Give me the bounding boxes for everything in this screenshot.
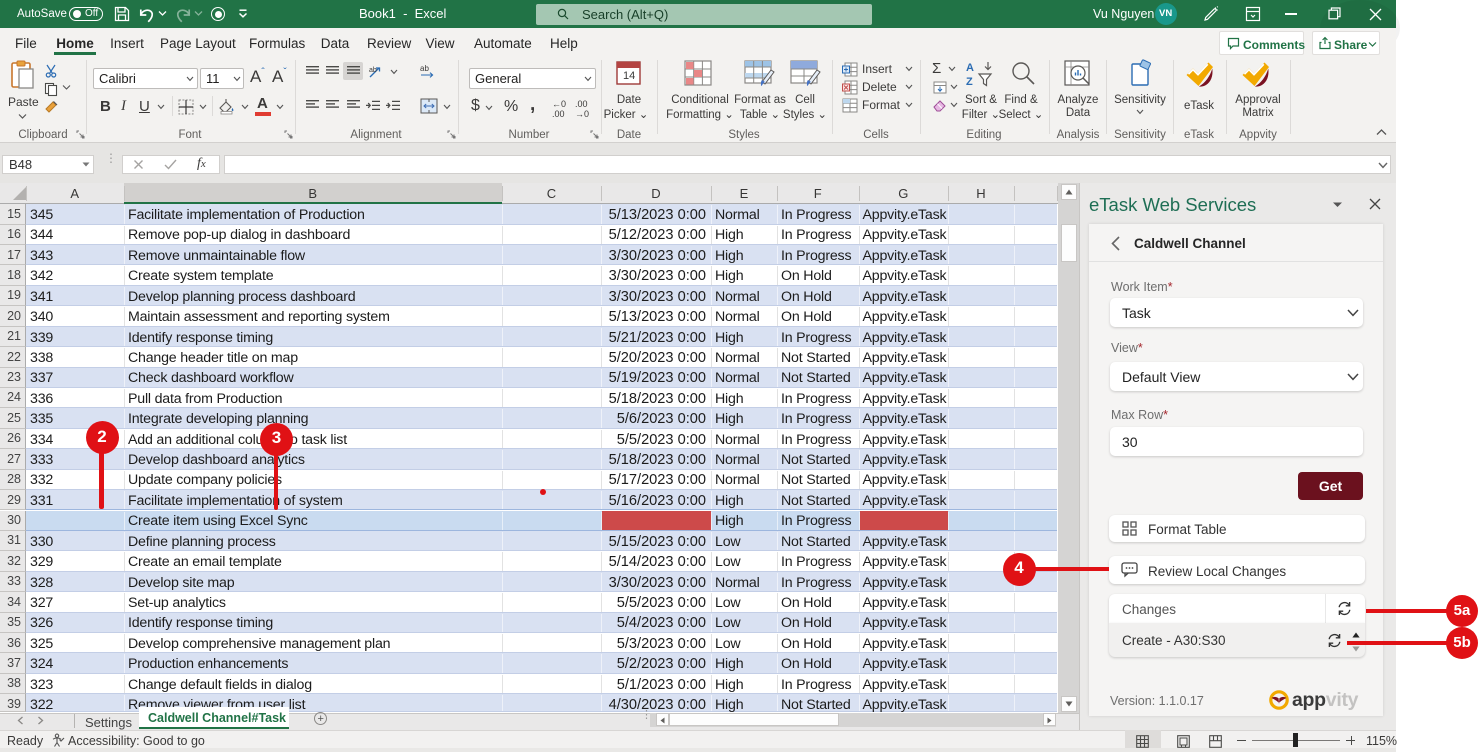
svg-text:A: A: [966, 62, 974, 74]
svg-text:Z: Z: [966, 76, 973, 88]
svg-text:ab: ab: [420, 64, 429, 73]
svg-text:ab: ab: [369, 67, 377, 74]
svg-text:14: 14: [623, 70, 635, 82]
